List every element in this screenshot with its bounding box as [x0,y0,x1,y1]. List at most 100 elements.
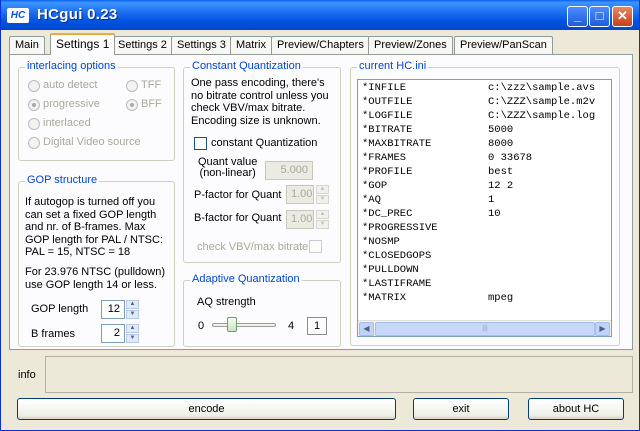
tab-matrix[interactable]: Matrix [230,36,272,54]
vbv-max-bitrate-label: check VBV/max bitrate [197,241,309,253]
window-title: HCgui 0.23 [37,6,118,23]
tab-settings-1[interactable]: Settings 1 [50,33,116,55]
ini-textarea[interactable]: *INFILE c:\zzz\sample.avs *OUTFILE C:\ZZZ\s… [357,79,612,337]
gop-desc-line: If autogop is turned off you [25,196,156,208]
spin-down-icon[interactable]: ▼ [126,310,139,319]
cq-desc-line: Encoding size is unknown. [191,114,321,127]
aq-strength-slider-track[interactable] [212,323,276,327]
gop-length-label: GOP length [31,303,89,315]
p-factor-label: P-factor for Quant [194,189,282,201]
tab-settings-2[interactable]: Settings 2 [112,36,173,54]
auto-detect-radio[interactable] [28,80,40,92]
ini-key: *PROGRESSIVE [362,222,438,234]
ini-value: C:\ZZZ\sample.m2v [488,96,596,108]
gop-note-line: use GOP length 14 or less. [25,278,157,291]
scroll-right-icon[interactable]: ▶ [595,322,610,336]
aq-min-label: 0 [198,320,205,332]
cq-desc-line: One pass encoding, there's [191,77,325,89]
b-frames-input[interactable]: 2 [101,324,125,343]
p-factor-spinner[interactable]: ▲ ▼ [316,185,329,204]
exit-button[interactable]: exit [413,398,509,420]
ini-key: *MATRIX [362,292,407,304]
aq-strength-label: AQ strength [197,296,256,308]
progressive-label: progressive [43,98,100,110]
ini-key: *INFILE [362,82,407,94]
info-area: info [9,356,633,393]
ini-key: *CLOSEDGOPS [362,250,432,262]
encode-button[interactable]: encode [17,398,396,420]
auto-detect-label: auto detect [43,79,98,91]
spin-up-icon[interactable]: ▲ [316,185,329,194]
aq-max-label: 4 [288,320,295,332]
cq-desc-line: no bitrate control unless you [191,89,329,102]
tff-radio[interactable] [126,80,138,92]
cq-description: One pass encoding, there's no bitrate co… [191,77,329,127]
about-hc-button[interactable]: about HC [528,398,624,420]
gop-length-input[interactable]: 12 [101,300,125,319]
ini-value: c:\zzz\sample.avs [488,82,596,94]
spin-down-icon[interactable]: ▼ [316,195,329,204]
constant-quantization-checkbox[interactable] [194,137,207,150]
tab-preview-chapters[interactable]: Preview/Chapters [271,36,370,54]
tab-main[interactable]: Main [9,36,45,54]
spin-down-icon[interactable]: ▼ [316,220,329,229]
aq-strength-slider-thumb[interactable] [227,317,237,332]
title-bar[interactable]: HC HCgui 0.23 _ □ ✕ [1,0,639,30]
app-window: HC HCgui 0.23 _ □ ✕ Main Settings 1 Sett… [0,0,640,431]
current-ini-title: current HC.ini [357,60,429,72]
ini-key: *MAXBITRATE [362,138,432,150]
ini-value: best [488,166,514,178]
gop-structure-title: GOP structure [25,174,100,186]
interlaced-radio[interactable] [28,118,40,130]
b-factor-spinner[interactable]: ▲ ▼ [316,210,329,229]
cq-desc-line: check VBV/max bitrate. [191,102,306,114]
tff-label: TFF [141,79,162,91]
ini-key: *OUTFILE [362,96,413,108]
ini-value: C:\ZZZ\sample.log [488,110,596,122]
info-label: info [18,369,36,381]
scroll-thumb[interactable]: ||| [375,322,595,336]
bff-radio[interactable] [126,99,138,111]
spin-up-icon[interactable]: ▲ [126,300,139,309]
quant-value-input[interactable]: 5.000 [265,161,313,180]
gop-length-spinner[interactable]: ▲ ▼ [126,300,139,319]
spin-up-icon[interactable]: ▲ [126,324,139,333]
spin-up-icon[interactable]: ▲ [316,210,329,219]
minimize-button[interactable]: _ [567,6,588,27]
tab-preview-zones[interactable]: Preview/Zones [368,36,453,54]
ini-key: *AQ [362,194,381,206]
maximize-button[interactable]: □ [589,6,610,27]
quant-value-label: Quant value (non-linear) [198,157,257,179]
spin-down-icon[interactable]: ▼ [126,334,139,343]
digital-video-source-radio[interactable] [28,137,40,149]
ini-key: *DC_PREC [362,208,413,220]
p-factor-input[interactable]: 1.00 [286,185,314,204]
close-button[interactable]: ✕ [612,6,633,27]
b-factor-label: B-factor for Quant [194,212,282,224]
ini-value: mpeg [488,292,514,304]
horizontal-scrollbar[interactable]: ◀ ||| ▶ [358,320,611,336]
ini-value: 0 33678 [488,152,533,164]
vbv-max-bitrate-checkbox[interactable] [309,240,322,253]
ini-key: *FRAMES [362,152,407,164]
ini-key: *NOSMP [362,236,400,248]
gop-desc-line: PAL = 15, NTSC = 18 [25,246,131,258]
constant-quantization-label: constant Quantization [211,137,318,149]
ini-key: *BITRATE [362,124,413,136]
app-icon: HC [7,8,29,23]
ini-key: *GOP [362,180,388,192]
progressive-radio[interactable] [28,99,40,111]
b-frames-spinner[interactable]: ▲ ▼ [126,324,139,343]
scroll-left-icon[interactable]: ◀ [359,322,374,336]
tab-preview-panscan[interactable]: Preview/PanScan [454,36,553,54]
tab-settings-3[interactable]: Settings 3 [171,36,232,54]
adaptive-quantization-group: Adaptive Quantization [183,273,341,347]
aq-strength-value: 1 [307,317,327,335]
cq-title: Constant Quantization [190,60,303,72]
gop-description: If autogop is turned off you can set a f… [25,196,163,259]
ini-key: *LASTIFRAME [362,278,432,290]
interlaced-label: interlaced [43,117,91,129]
b-frames-label: B frames [31,328,76,340]
ini-key: *LOGFILE [362,110,413,122]
b-factor-input[interactable]: 1.00 [286,210,314,229]
